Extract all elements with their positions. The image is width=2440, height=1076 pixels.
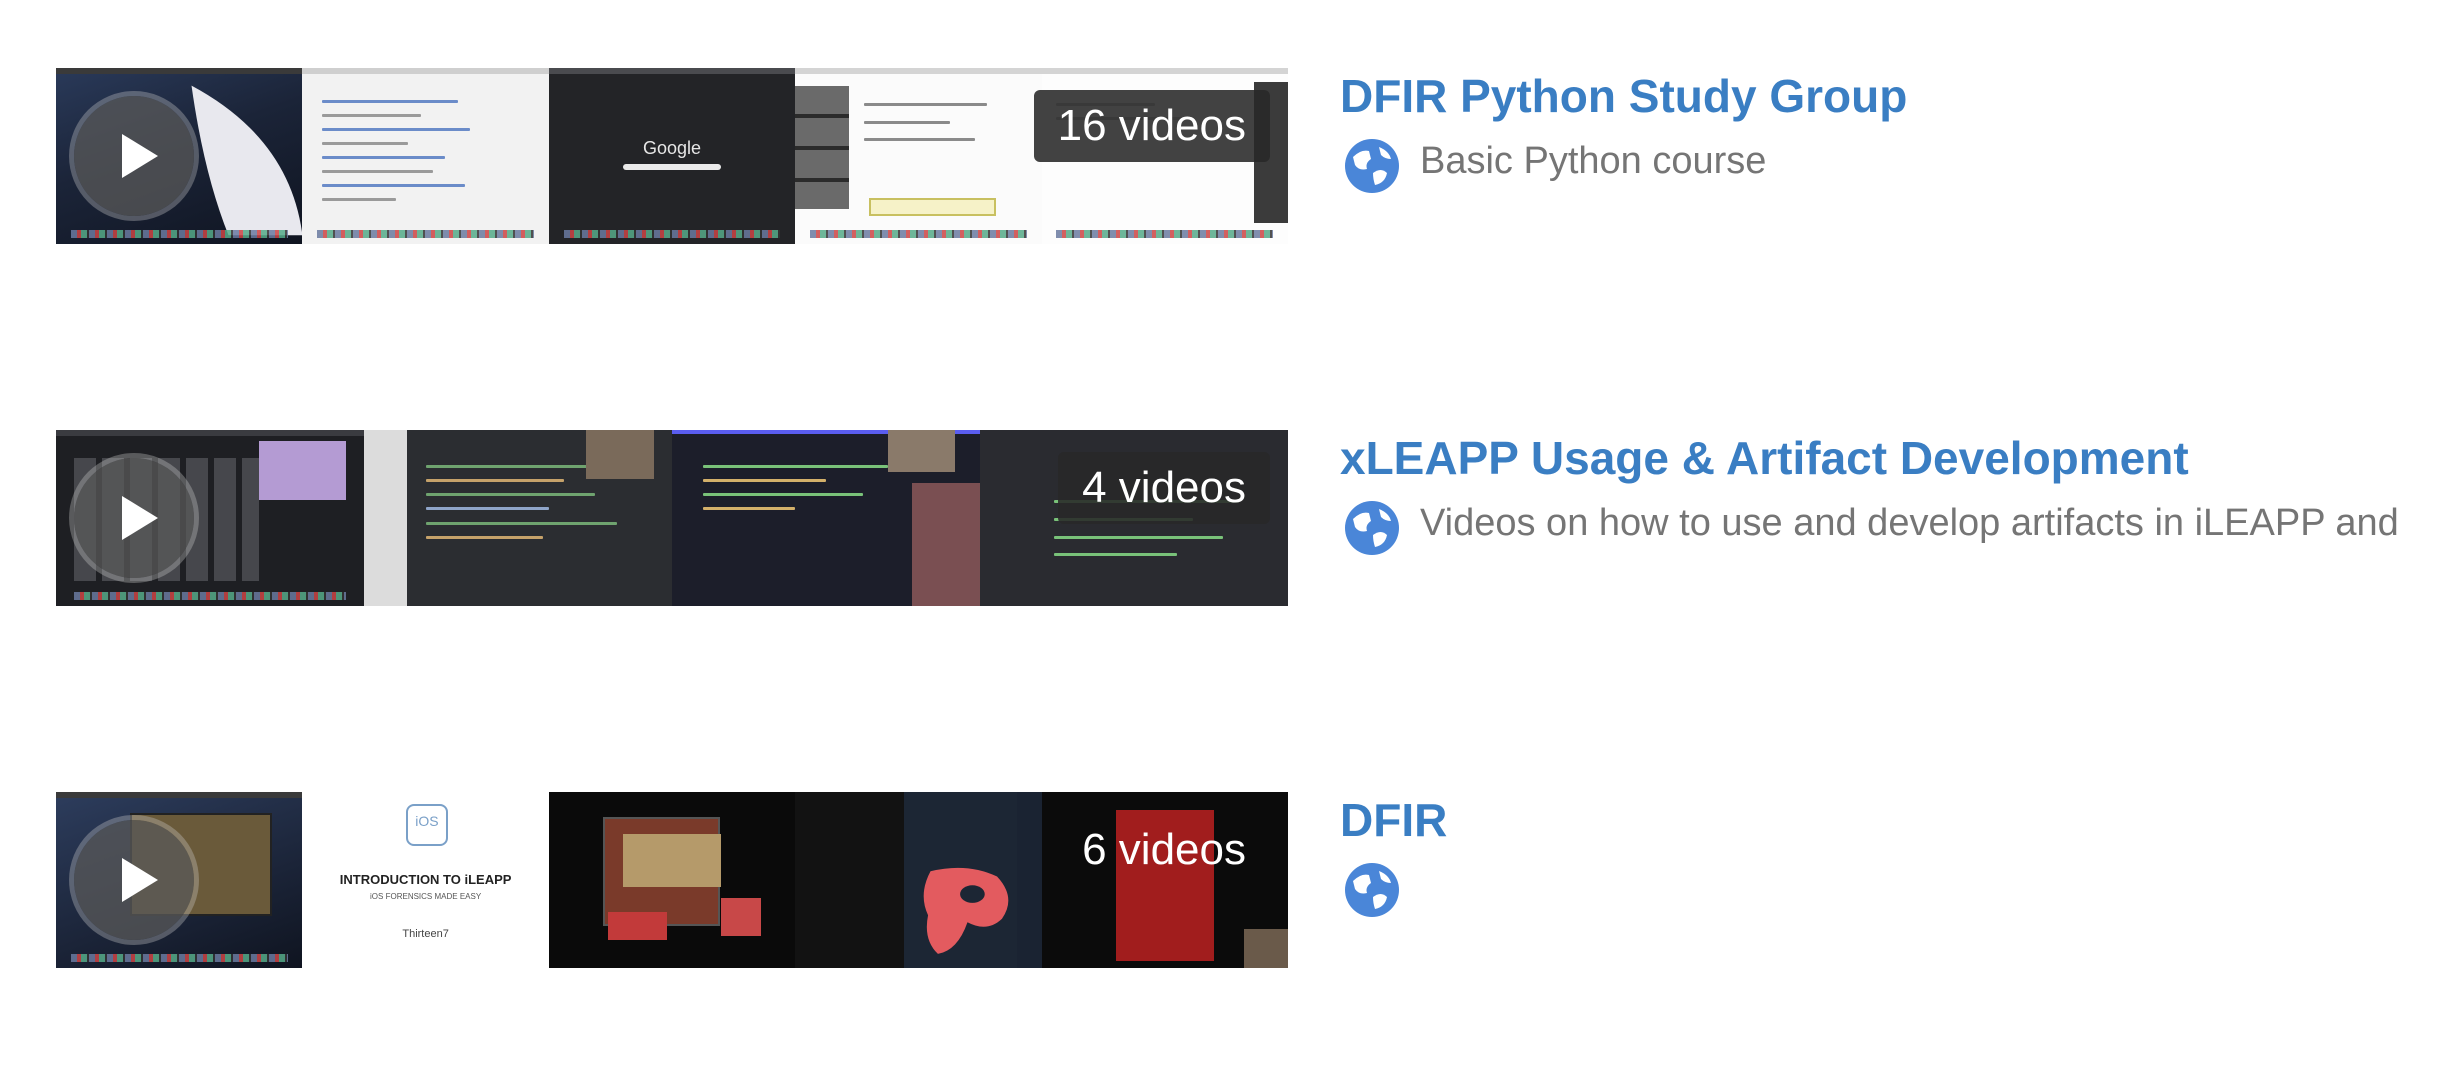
brand-text: Thirteen7 bbox=[402, 928, 449, 940]
intro-subtitle-text: iOS FORENSICS MADE EASY bbox=[370, 892, 482, 901]
playlist-meta: xLEAPP Usage & Artifact Development Vide… bbox=[1340, 430, 2440, 606]
playlist-description: Basic Python course bbox=[1420, 140, 1767, 182]
ios-badge: iOS bbox=[405, 804, 448, 846]
globe-icon bbox=[1345, 139, 1399, 193]
playlist-details: Videos on how to use and develop artifac… bbox=[1340, 496, 2440, 556]
globe-icon bbox=[1345, 501, 1399, 555]
playlist-title[interactable]: xLEAPP Usage & Artifact Development bbox=[1340, 430, 2189, 486]
playlist-title[interactable]: DFIR Python Study Group bbox=[1340, 68, 1907, 124]
thumbnail-frame-windows bbox=[548, 792, 796, 968]
video-count-badge: 16 videos bbox=[1033, 90, 1270, 162]
playlist-meta: DFIR bbox=[1340, 792, 2440, 968]
playlist-thumbnail[interactable]: Google 16 videos bbox=[56, 68, 1288, 244]
playlist-title[interactable]: DFIR bbox=[1340, 792, 1447, 848]
playlist-description: Videos on how to use and develop artifac… bbox=[1420, 502, 2399, 544]
thumbnail-frame-code bbox=[364, 430, 672, 606]
playlist-row: 4 videos xLEAPP Usage & Artifact Develop… bbox=[56, 430, 2440, 606]
playlist-meta: DFIR Python Study Group Basic Python cou… bbox=[1340, 68, 2440, 244]
thumbnail-frame-editor bbox=[302, 68, 549, 244]
playlist-row: iOS INTRODUCTION TO iLEAPP iOS FORENSICS… bbox=[56, 792, 2440, 968]
thumbnail-frame-steak bbox=[795, 792, 1042, 968]
thumbnail-frame-terminal bbox=[795, 68, 1042, 244]
thumbnail-frame-intro-slide: iOS INTRODUCTION TO iLEAPP iOS FORENSICS… bbox=[302, 792, 549, 968]
playlist-details bbox=[1340, 858, 2440, 918]
playlist-thumbnail[interactable]: iOS INTRODUCTION TO iLEAPP iOS FORENSICS… bbox=[56, 792, 1288, 968]
thumbnail-frame-browser: Google bbox=[548, 68, 796, 244]
playlist-list: Google 16 videos DFIR Python Study Group… bbox=[0, 0, 2440, 1076]
playlist-thumbnail[interactable]: 4 videos bbox=[56, 430, 1288, 606]
intro-title-text: INTRODUCTION TO iLEAPP bbox=[339, 872, 512, 887]
playlist-details: Basic Python course bbox=[1340, 134, 2440, 194]
playlist-row: Google 16 videos DFIR Python Study Group… bbox=[56, 68, 2440, 244]
globe-icon bbox=[1345, 863, 1399, 917]
video-count-badge: 4 videos bbox=[1058, 452, 1270, 524]
play-icon[interactable] bbox=[74, 820, 194, 940]
thumbnail-frame-code bbox=[672, 430, 980, 606]
video-count-badge: 6 videos bbox=[1082, 825, 1246, 874]
play-icon[interactable] bbox=[74, 96, 194, 216]
play-icon[interactable] bbox=[74, 458, 194, 578]
google-logo-text: Google bbox=[642, 138, 702, 158]
